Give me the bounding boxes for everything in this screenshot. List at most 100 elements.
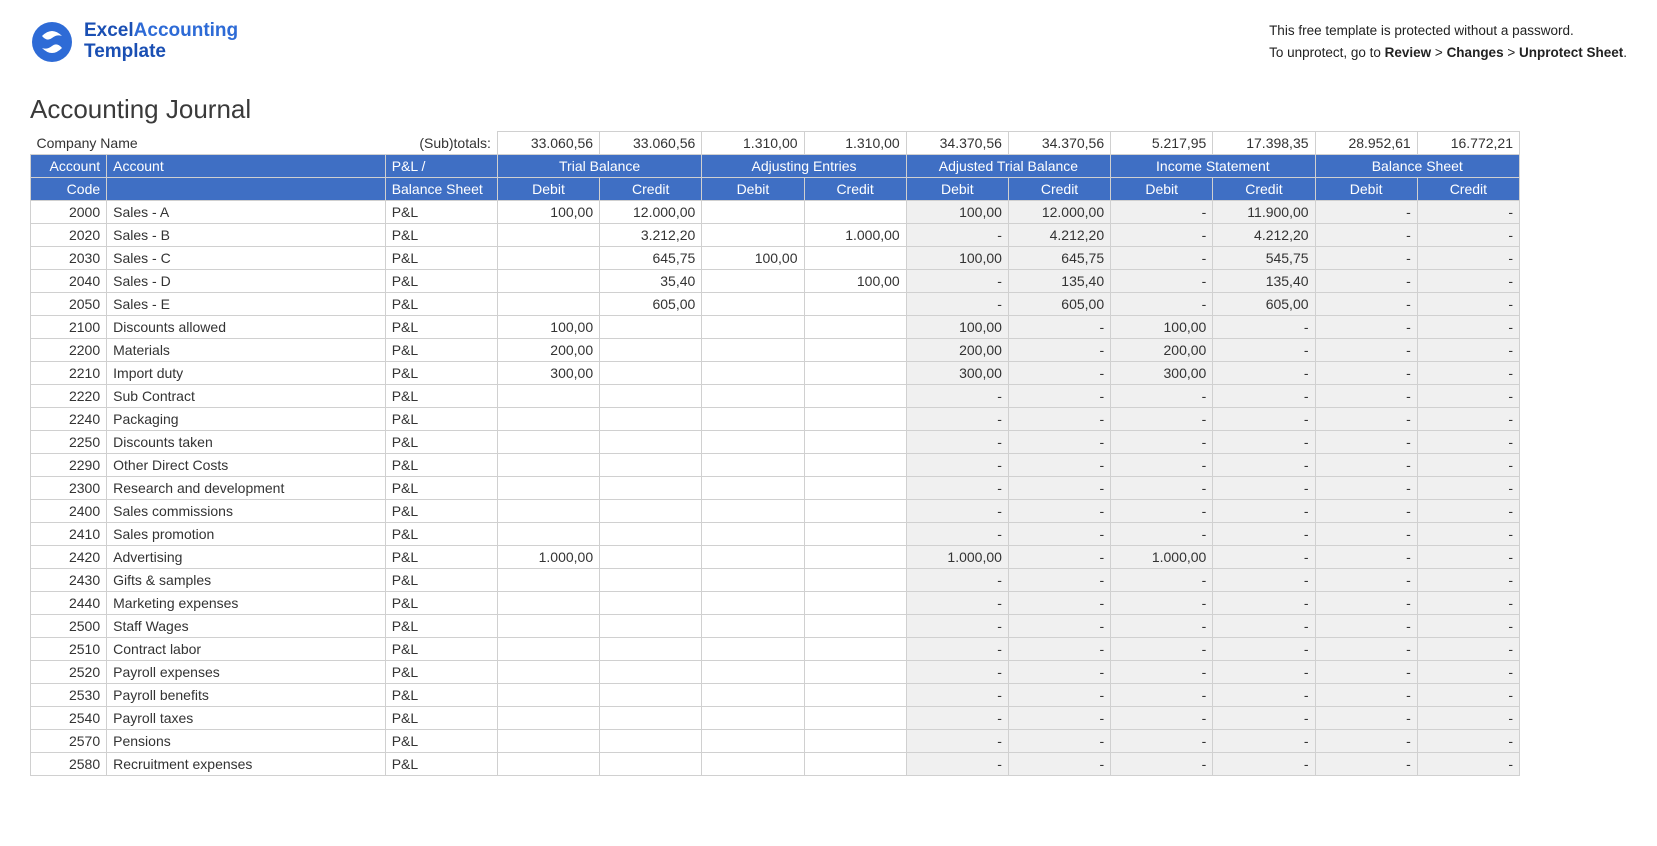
cell-bs-credit[interactable]: - <box>1417 293 1519 316</box>
cell-code[interactable]: 2510 <box>31 638 107 661</box>
cell-account[interactable]: Sales - A <box>107 201 386 224</box>
cell-is-credit[interactable]: - <box>1213 316 1315 339</box>
cell-code[interactable]: 2300 <box>31 477 107 500</box>
cell-tb-debit[interactable] <box>497 523 599 546</box>
cell-is-debit[interactable]: - <box>1111 385 1213 408</box>
cell-bs-debit[interactable]: - <box>1315 707 1417 730</box>
cell-type[interactable]: P&L <box>385 730 497 753</box>
cell-atb-credit[interactable]: - <box>1008 569 1110 592</box>
cell-type[interactable]: P&L <box>385 408 497 431</box>
cell-atb-credit[interactable]: - <box>1008 707 1110 730</box>
cell-ae-credit[interactable] <box>804 408 906 431</box>
cell-tb-debit[interactable] <box>497 707 599 730</box>
cell-type[interactable]: P&L <box>385 385 497 408</box>
cell-atb-credit[interactable]: - <box>1008 523 1110 546</box>
cell-tb-credit[interactable] <box>600 546 702 569</box>
cell-type[interactable]: P&L <box>385 569 497 592</box>
cell-ae-debit[interactable] <box>702 408 804 431</box>
cell-is-credit[interactable]: - <box>1213 661 1315 684</box>
cell-is-credit[interactable]: - <box>1213 523 1315 546</box>
cell-ae-debit[interactable] <box>702 730 804 753</box>
cell-tb-debit[interactable]: 100,00 <box>497 201 599 224</box>
cell-bs-credit[interactable]: - <box>1417 592 1519 615</box>
cell-is-credit[interactable]: - <box>1213 730 1315 753</box>
cell-type[interactable]: P&L <box>385 431 497 454</box>
cell-tb-debit[interactable] <box>497 385 599 408</box>
cell-tb-credit[interactable] <box>600 569 702 592</box>
cell-atb-credit[interactable]: - <box>1008 730 1110 753</box>
cell-atb-debit[interactable]: - <box>906 500 1008 523</box>
cell-tb-credit[interactable] <box>600 592 702 615</box>
cell-atb-debit[interactable]: 100,00 <box>906 247 1008 270</box>
cell-tb-debit[interactable] <box>497 753 599 776</box>
cell-code[interactable]: 2440 <box>31 592 107 615</box>
cell-atb-debit[interactable]: - <box>906 592 1008 615</box>
cell-tb-credit[interactable] <box>600 408 702 431</box>
cell-is-debit[interactable]: - <box>1111 454 1213 477</box>
cell-ae-debit[interactable] <box>702 523 804 546</box>
cell-type[interactable]: P&L <box>385 684 497 707</box>
cell-bs-credit[interactable]: - <box>1417 339 1519 362</box>
cell-account[interactable]: Sales - C <box>107 247 386 270</box>
cell-ae-debit[interactable] <box>702 339 804 362</box>
cell-is-debit[interactable]: - <box>1111 224 1213 247</box>
cell-account[interactable]: Import duty <box>107 362 386 385</box>
cell-ae-credit[interactable] <box>804 523 906 546</box>
cell-type[interactable]: P&L <box>385 224 497 247</box>
cell-atb-credit[interactable]: 4.212,20 <box>1008 224 1110 247</box>
cell-account[interactable]: Marketing expenses <box>107 592 386 615</box>
cell-ae-credit[interactable] <box>804 293 906 316</box>
cell-ae-debit[interactable] <box>702 454 804 477</box>
cell-tb-credit[interactable] <box>600 707 702 730</box>
cell-type[interactable]: P&L <box>385 707 497 730</box>
cell-type[interactable]: P&L <box>385 546 497 569</box>
cell-tb-credit[interactable] <box>600 615 702 638</box>
cell-is-debit[interactable]: - <box>1111 431 1213 454</box>
cell-atb-debit[interactable]: - <box>906 707 1008 730</box>
cell-tb-debit[interactable] <box>497 684 599 707</box>
cell-is-debit[interactable]: - <box>1111 684 1213 707</box>
cell-tb-debit[interactable] <box>497 592 599 615</box>
cell-bs-credit[interactable]: - <box>1417 569 1519 592</box>
cell-account[interactable]: Recruitment expenses <box>107 753 386 776</box>
cell-is-debit[interactable]: - <box>1111 569 1213 592</box>
cell-atb-debit[interactable]: 100,00 <box>906 201 1008 224</box>
cell-ae-debit[interactable] <box>702 638 804 661</box>
cell-is-credit[interactable]: - <box>1213 408 1315 431</box>
cell-tb-credit[interactable] <box>600 477 702 500</box>
cell-code[interactable]: 2220 <box>31 385 107 408</box>
cell-type[interactable]: P&L <box>385 201 497 224</box>
cell-tb-debit[interactable]: 100,00 <box>497 316 599 339</box>
cell-atb-debit[interactable]: - <box>906 477 1008 500</box>
cell-bs-debit[interactable]: - <box>1315 661 1417 684</box>
cell-tb-credit[interactable]: 35,40 <box>600 270 702 293</box>
cell-ae-debit[interactable]: 100,00 <box>702 247 804 270</box>
cell-is-credit[interactable]: - <box>1213 684 1315 707</box>
cell-ae-credit[interactable] <box>804 569 906 592</box>
cell-type[interactable]: P&L <box>385 293 497 316</box>
cell-tb-credit[interactable]: 12.000,00 <box>600 201 702 224</box>
cell-account[interactable]: Contract labor <box>107 638 386 661</box>
cell-type[interactable]: P&L <box>385 316 497 339</box>
cell-type[interactable]: P&L <box>385 270 497 293</box>
cell-atb-credit[interactable]: - <box>1008 454 1110 477</box>
cell-is-debit[interactable]: - <box>1111 247 1213 270</box>
cell-account[interactable]: Pensions <box>107 730 386 753</box>
cell-ae-debit[interactable] <box>702 431 804 454</box>
cell-atb-debit[interactable]: - <box>906 270 1008 293</box>
cell-is-credit[interactable]: 545,75 <box>1213 247 1315 270</box>
cell-code[interactable]: 2580 <box>31 753 107 776</box>
cell-ae-credit[interactable] <box>804 661 906 684</box>
cell-tb-credit[interactable] <box>600 316 702 339</box>
cell-is-credit[interactable]: - <box>1213 339 1315 362</box>
cell-is-debit[interactable]: - <box>1111 293 1213 316</box>
cell-is-debit[interactable]: - <box>1111 270 1213 293</box>
cell-tb-debit[interactable]: 200,00 <box>497 339 599 362</box>
cell-tb-debit[interactable] <box>497 615 599 638</box>
cell-ae-debit[interactable] <box>702 500 804 523</box>
cell-tb-debit[interactable] <box>497 270 599 293</box>
cell-is-credit[interactable]: 11.900,00 <box>1213 201 1315 224</box>
cell-account[interactable]: Gifts & samples <box>107 569 386 592</box>
cell-bs-debit[interactable]: - <box>1315 247 1417 270</box>
cell-atb-credit[interactable]: - <box>1008 362 1110 385</box>
